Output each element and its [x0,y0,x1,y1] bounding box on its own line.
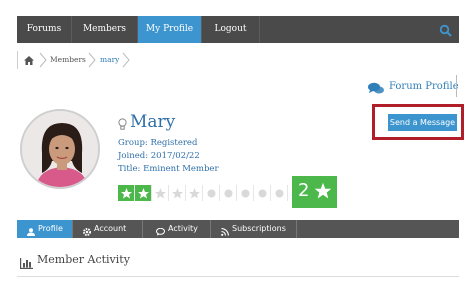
tab-account-label: Account [94,224,127,233]
search-icon[interactable] [439,23,453,37]
breadcrumb-separator-icon [39,52,47,68]
rating-count: 2 [298,180,310,201]
badge-icon [258,189,267,198]
star-icon [314,182,332,199]
profile-tabs: Profile Account Activity Subscriptions [17,220,459,238]
rating-slot [118,185,135,201]
tab-account[interactable]: Account [73,220,143,238]
badge-icon [241,189,250,198]
tab-subscriptions[interactable]: Subscriptions [211,220,297,238]
avatar [20,109,100,189]
nav-item-logout[interactable]: Logout [202,16,260,43]
tab-activity-label: Activity [168,224,198,233]
tab-activity[interactable]: Activity [143,220,211,238]
nav-item-members[interactable]: Members [72,16,138,43]
comment-icon [156,225,165,243]
rating-slot [186,185,203,201]
bar-chart-icon [20,254,33,273]
tab-profile-label: Profile [38,224,63,233]
comments-icon [368,80,384,99]
star-icon [121,188,132,199]
forum-profile-label: Forum Profile [389,81,459,92]
badge-icon [207,189,216,198]
breadcrumb-separator-icon [122,52,130,68]
profile-group: Group: Registered [118,138,198,148]
rating-slot [237,185,254,201]
rating-slot [203,185,220,201]
rating-slot [169,185,186,201]
home-icon[interactable] [17,51,39,69]
breadcrumb-item-mary[interactable]: mary [100,51,119,69]
send-message-button[interactable]: Send a Message [388,114,457,131]
tab-subscriptions-label: Subscriptions [232,224,286,233]
badge-icon [224,189,233,198]
profile-joined: Joined: 2017/02/22 [118,151,200,161]
breadcrumb-separator-icon [88,52,96,68]
rating-slot [271,185,288,201]
rating-slot [152,185,169,201]
profile-name: Mary [130,112,176,132]
divider [17,276,459,277]
top-navigation: Forums Members My Profile Logout [17,16,459,43]
section-title-member-activity: Member Activity [37,253,130,266]
star-icon [155,188,166,199]
star-icon [189,188,200,199]
tab-profile[interactable]: Profile [17,220,73,238]
star-icon [172,188,183,199]
nav-item-forums[interactable]: Forums [17,16,72,43]
rating-slot [254,185,271,201]
rss-icon [221,225,229,243]
breadcrumb-item-members[interactable]: Members [50,51,86,69]
rating-slot [135,185,152,201]
nav-item-my-profile[interactable]: My Profile [138,16,202,43]
lightbulb-icon [118,116,127,135]
user-icon [27,225,35,243]
rating-slot [220,185,237,201]
divider [456,75,457,97]
star-icon [138,188,149,199]
gear-icon [83,225,91,243]
badge-icon [275,189,284,198]
profile-title: Title: Eminent Member [118,164,219,174]
rating-count-badge: 2 [292,176,337,208]
